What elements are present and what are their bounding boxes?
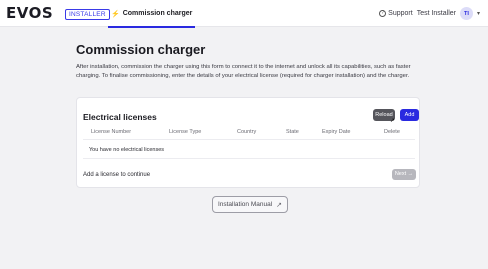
tab-commission-charger[interactable]: ⚡ Commission charger xyxy=(108,0,196,28)
column-header-delete: Delete xyxy=(384,129,400,135)
mouse-cursor-icon: ➚ xyxy=(390,118,396,124)
add-license-button[interactable]: Add xyxy=(400,109,419,121)
licenses-title: Electrical licenses xyxy=(83,112,157,122)
support-label: Support xyxy=(388,10,413,17)
user-name[interactable]: Test Installer xyxy=(417,10,456,17)
empty-table-message: You have no electrical licenses xyxy=(89,147,165,153)
table-header-divider xyxy=(83,139,415,140)
lightning-icon: ⚡ xyxy=(111,10,120,18)
tab-commission-charger-label: Commission charger xyxy=(122,10,193,17)
external-link-icon: ↗ xyxy=(276,201,283,209)
footer-hint: Add a license to continue xyxy=(83,172,151,178)
installation-manual-button[interactable]: Installation Manual ↗ xyxy=(212,196,288,213)
table-divider xyxy=(83,158,415,159)
support-link[interactable]: ? Support xyxy=(379,10,413,17)
header-actions: ? Support Test Installer TI ▾ xyxy=(379,7,480,20)
next-button[interactable]: Next → xyxy=(392,169,416,180)
installer-badge: INSTALLER xyxy=(65,9,110,20)
evos-logo[interactable]: EVOS xyxy=(6,6,53,21)
electrical-licenses-card: Electrical licenses Reload Add ➚ License… xyxy=(76,97,420,188)
page-description: After installation, commission the charg… xyxy=(76,64,411,79)
column-header-expiry-date: Expiry Date xyxy=(322,129,351,135)
help-circle-icon: ? xyxy=(379,10,387,17)
chevron-down-icon[interactable]: ▾ xyxy=(477,10,480,17)
top-navigation-bar: EVOS INSTALLER ⚡ Commission charger ? Su… xyxy=(0,0,488,28)
column-header-country: Country xyxy=(237,129,257,135)
installation-manual-label: Installation Manual xyxy=(217,201,273,208)
page-title: Commission charger xyxy=(76,42,206,57)
column-header-license-type: License Type xyxy=(169,129,202,135)
avatar[interactable]: TI xyxy=(459,7,473,20)
column-header-license-number: License Number xyxy=(91,129,132,135)
column-header-state: State xyxy=(286,129,299,135)
